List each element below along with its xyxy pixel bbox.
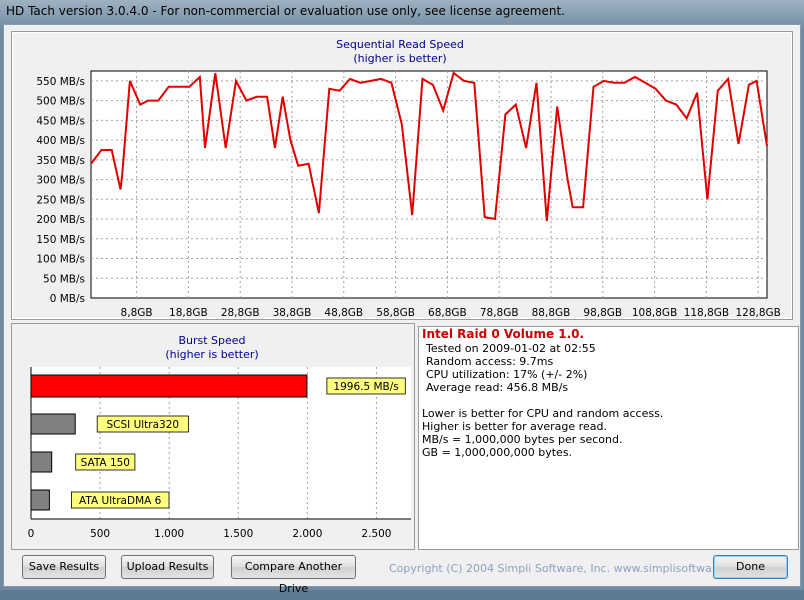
burst-x-tick-label: 1.000 [154, 528, 184, 540]
burst-chart-title: Burst Speed [178, 334, 245, 347]
burst-bar-data-label: ATA UltraDMA 6 [79, 495, 162, 507]
burst-bar-data-label: 1996.5 MB/s [333, 381, 398, 393]
burst-x-tick-label: 2.000 [292, 528, 322, 540]
burst-bar [30, 413, 76, 435]
results-info-panel: Intel Raid 0 Volume 1.0. Tested on 2009-… [418, 326, 799, 550]
burst-x-tick-label: 500 [90, 528, 110, 540]
note-mbs-definition: MB/s = 1,000,000 bytes per second. [422, 433, 623, 446]
cpu-utilization: CPU utilization: 17% (+/- 2%) [426, 368, 588, 381]
burst-x-tick-label: 0 [28, 528, 35, 540]
read-x-tick-label: 98,8GB [583, 307, 622, 319]
drive-name: Intel Raid 0 Volume 1.0. [422, 327, 585, 341]
burst-x-tick-label: 1.500 [223, 528, 253, 540]
burst-x-tick-label: 2.500 [361, 528, 391, 540]
note-higher-better: Higher is better for average read. [422, 420, 607, 433]
burst-bar-data-label: SCSI Ultra320 [106, 419, 179, 431]
read-x-tick-label: 78,8GB [480, 307, 519, 319]
app-window: HD Tach version 3.0.4.0 - For non-commer… [0, 0, 804, 595]
note-gb-definition: GB = 1,000,000,000 bytes. [422, 446, 573, 459]
burst-speed-chart: Burst Speed (higher is better) 1996.5 MB… [28, 334, 411, 540]
read-x-tick-label: 118,8GB [684, 307, 729, 319]
read-x-tick-label: 128,8GB [735, 307, 780, 319]
average-read: Average read: 456.8 MB/s [426, 381, 569, 394]
burst-chart-subtitle: (higher is better) [165, 348, 258, 361]
save-results-button[interactable]: Save Results [22, 555, 106, 579]
burst-bar-data-label: SATA 150 [81, 457, 130, 469]
note-lower-better: Lower is better for CPU and random acces… [422, 407, 664, 420]
random-access: Random access: 9.7ms [426, 355, 554, 368]
compare-another-drive-button[interactable]: Compare Another Drive [231, 555, 356, 595]
burst-bar [30, 374, 308, 398]
copyright-text: Copyright (C) 2004 Simpli Software, Inc.… [389, 562, 750, 575]
tested-on: Tested on 2009-01-02 at 02:55 [426, 342, 596, 355]
burst-bar [30, 489, 50, 511]
burst-bar [30, 451, 53, 473]
read-x-tick-label: 108,8GB [632, 307, 677, 319]
upload-results-button[interactable]: Upload Results [121, 555, 214, 579]
done-button[interactable]: Done [713, 555, 788, 579]
read-x-tick-label: 88,8GB [532, 307, 571, 319]
read-x-tick-label: 68,8GB [428, 307, 467, 319]
